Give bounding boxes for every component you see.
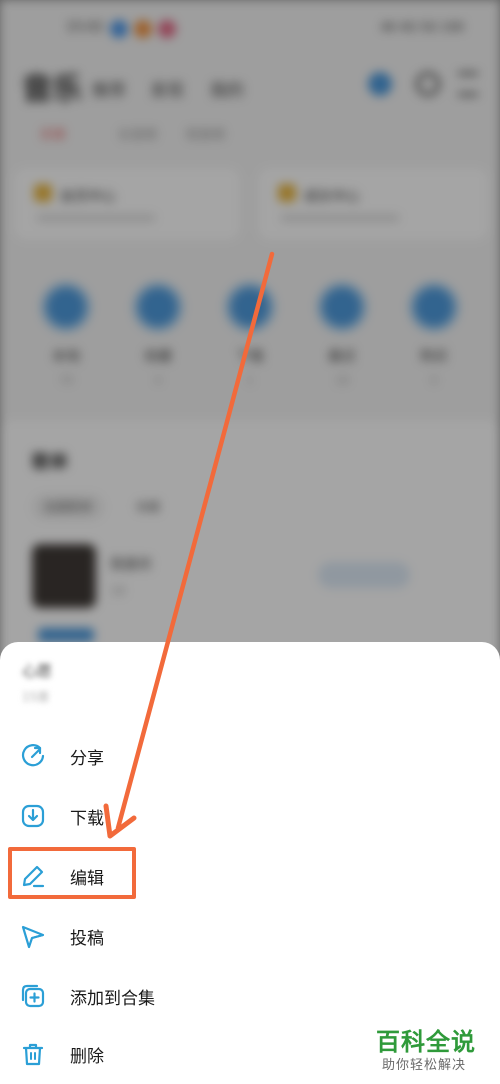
highlight-box (8, 847, 136, 899)
add-to-collection-icon (21, 984, 45, 1008)
download-icon (21, 804, 45, 828)
watermark-logo: 百科全说 (376, 1028, 476, 1056)
send-icon (21, 925, 45, 949)
menu-item-download[interactable]: 下载 (0, 786, 500, 846)
menu-item-label: 添加到合集 (70, 989, 155, 1009)
menu-item-add-to-collection[interactable]: 添加到合集 (0, 966, 500, 1026)
menu-item-label: 分享 (70, 749, 104, 769)
sheet-title: 心愿 (22, 662, 53, 680)
menu-item-submit[interactable]: 投稿 (0, 906, 500, 966)
sheet-header: 心愿 15首 (0, 642, 500, 712)
watermark-slogan: 助你轻松解决 (382, 1058, 467, 1073)
menu-item-label: 投稿 (70, 929, 104, 949)
trash-icon (22, 1043, 44, 1066)
share-icon (21, 744, 45, 767)
sheet-subtitle: 15首 (22, 690, 50, 704)
menu-item-share[interactable]: 分享 (0, 726, 500, 786)
menu-item-label: 删除 (70, 1047, 104, 1067)
menu-item-label: 下载 (70, 809, 104, 829)
